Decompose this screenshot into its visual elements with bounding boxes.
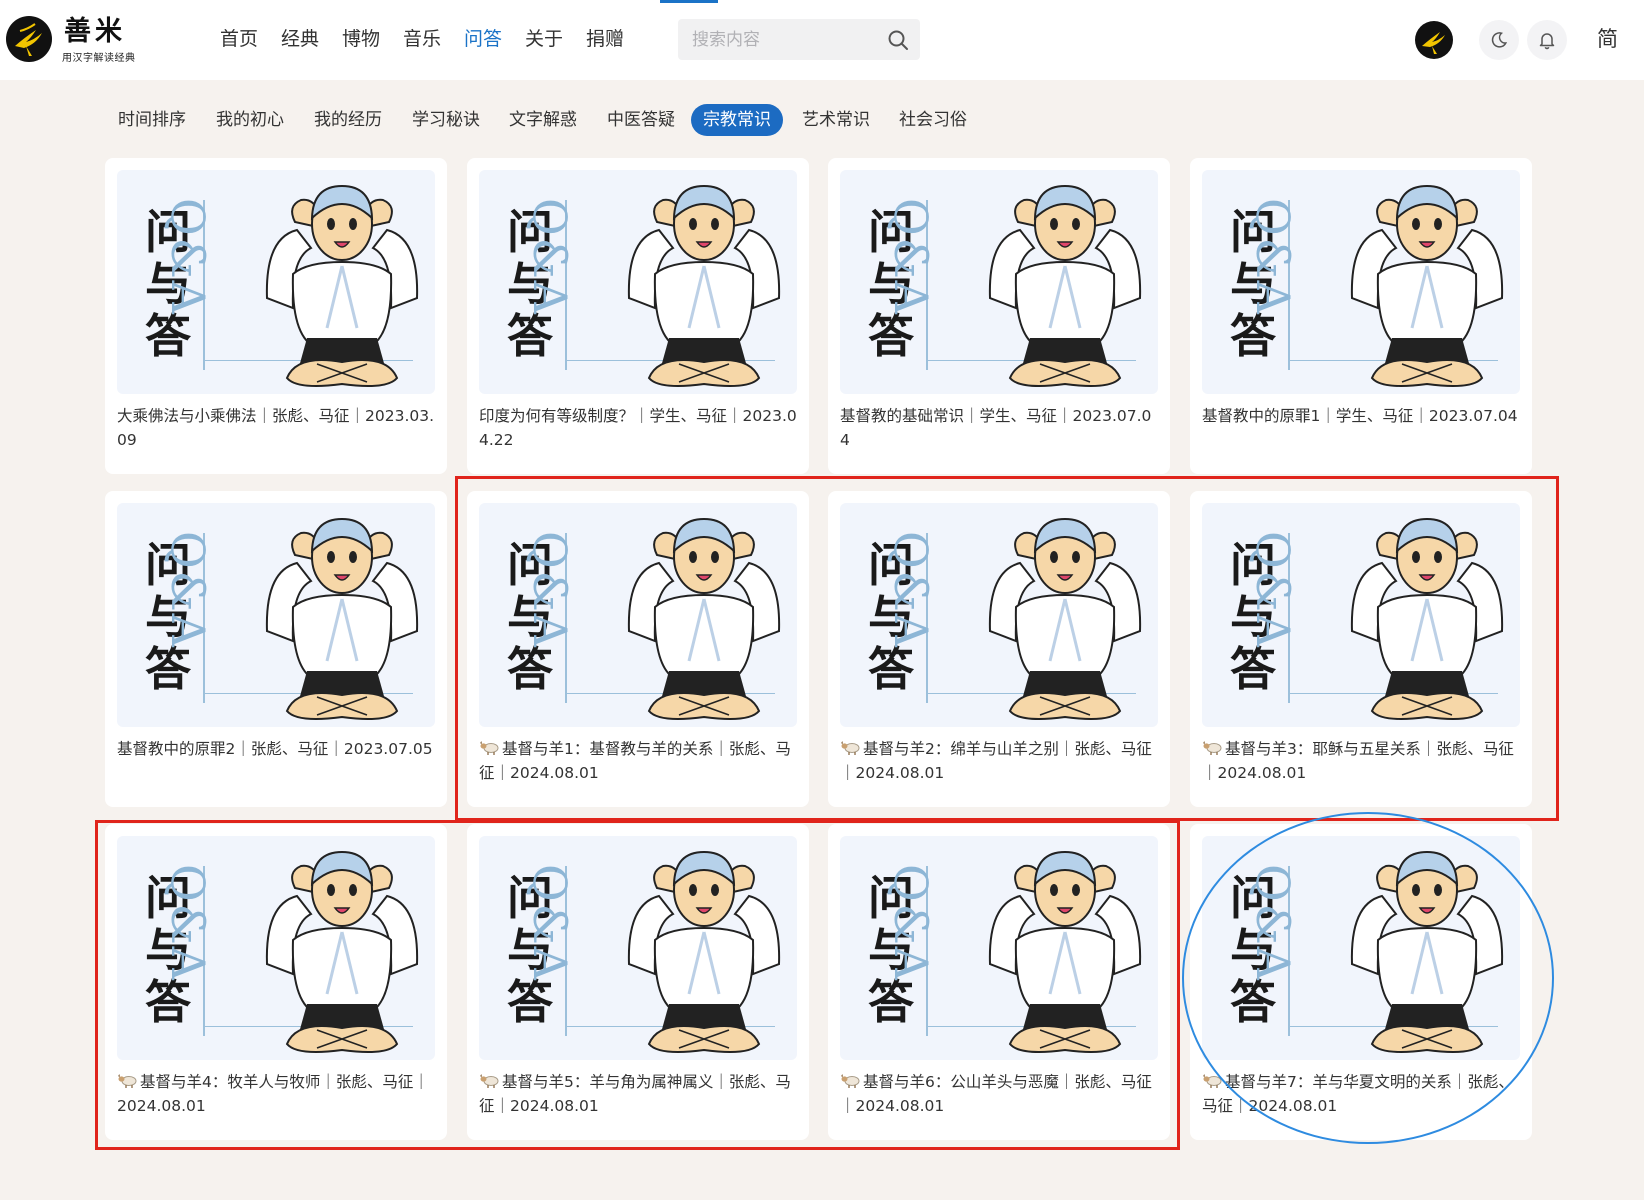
card-thumbnail: 问与答 Q&A (840, 503, 1158, 727)
site-logo[interactable]: 善米 用汉字解读经典 (6, 16, 146, 64)
nav-item-music[interactable]: 音乐 (403, 26, 441, 52)
brand-slogan: 用汉字解读经典 (62, 53, 136, 64)
monk-illustration (1350, 184, 1504, 387)
tab-religion[interactable]: 宗教常识 (691, 104, 783, 136)
search-icon[interactable] (886, 28, 910, 52)
card-title[interactable]: 基督与羊6：公山羊头与恶魔｜张彪、马征｜2024.08.01 (840, 1070, 1158, 1118)
bell-icon (1539, 33, 1555, 50)
qa-card[interactable]: 问与答 Q&A 基督与羊1：基督教与羊的关系｜张彪、马征｜2024.08.01 (467, 491, 809, 807)
monk-illustration (988, 184, 1142, 387)
tab-character-explained[interactable]: 文字解惑 (497, 104, 589, 136)
card-title[interactable]: 基督与羊2：绵羊与山羊之别｜张彪、马征｜2024.08.01 (840, 737, 1158, 785)
sheep-icon (1203, 1074, 1222, 1088)
tab-time-order[interactable]: 时间排序 (106, 104, 198, 136)
theme-toggle-button[interactable] (1479, 20, 1519, 60)
card-title[interactable]: 基督与羊3：耶稣与五星关系｜张彪、马征｜2024.08.01 (1202, 737, 1520, 785)
card-thumbnail: 问与答 Q&A (479, 170, 797, 394)
logo-bird-icon (6, 16, 52, 62)
qa-card[interactable]: 问与答 Q&A 基督与羊3：耶稣与五星关系｜张彪、马征｜2024.08.01 (1190, 491, 1532, 807)
tab-my-experience[interactable]: 我的经历 (302, 104, 394, 136)
monk-illustration (265, 517, 419, 720)
search-input[interactable] (692, 27, 872, 52)
card-thumbnail: 问与答 Q&A (1202, 836, 1520, 1060)
nav-item-qa[interactable]: 问答 (464, 26, 502, 52)
tab-study-tips[interactable]: 学习秘诀 (400, 104, 492, 136)
card-thumbnail: 问与答 Q&A (117, 170, 435, 394)
card-title[interactable]: 印度为何有等级制度？｜学生、马征｜2023.04.22 (479, 404, 797, 452)
monk-illustration (627, 850, 781, 1053)
monk-illustration (627, 184, 781, 387)
tab-my-intention[interactable]: 我的初心 (204, 104, 296, 136)
card-title[interactable]: 基督教中的原罪2｜张彪、马征｜2023.07.05 (117, 737, 435, 761)
monk-illustration (988, 850, 1142, 1053)
card-thumbnail: 问与答 Q&A (1202, 503, 1520, 727)
card-title[interactable]: 基督教中的原罪1｜学生、马征｜2023.07.04 (1202, 404, 1520, 428)
card-title[interactable]: 大乘佛法与小乘佛法｜张彪、马征｜2023.03.09 (117, 404, 435, 452)
qa-card[interactable]: 问与答 Q&A 基督教的基础常识｜学生、马征｜2023.07.04 (828, 158, 1170, 474)
tab-tcm-qa[interactable]: 中医答疑 (595, 104, 687, 136)
nav-item-classics[interactable]: 经典 (281, 26, 319, 52)
user-avatar[interactable] (1415, 21, 1453, 59)
card-thumbnail: 问与答 Q&A (117, 503, 435, 727)
monk-illustration (988, 517, 1142, 720)
card-title[interactable]: 基督与羊5：羊与角为属神属义｜张彪、马征｜2024.08.01 (479, 1070, 797, 1118)
card-title[interactable]: 基督与羊1：基督教与羊的关系｜张彪、马征｜2024.08.01 (479, 737, 797, 785)
sheep-icon (841, 741, 860, 755)
qa-card[interactable]: 问与答 Q&A 印度为何有等级制度？｜学生、马征｜2023.04.22 (467, 158, 809, 474)
nav-item-about[interactable]: 关于 (525, 26, 563, 52)
card-title[interactable]: 基督与羊7：羊与华夏文明的关系｜张彪、马征｜2024.08.01 (1202, 1070, 1520, 1118)
language-switch[interactable]: 简 (1597, 24, 1618, 54)
card-thumbnail: 问与答 Q&A (479, 503, 797, 727)
card-thumbnail: 问与答 Q&A (840, 170, 1158, 394)
monk-illustration (627, 517, 781, 720)
category-tabs: 时间排序 我的初心 我的经历 学习秘诀 文字解惑 中医答疑 宗教常识 艺术常识 … (0, 100, 1644, 140)
qa-card[interactable]: 问与答 Q&A 基督教中的原罪1｜学生、马征｜2023.07.04 (1190, 158, 1532, 474)
qa-card[interactable]: 问与答 Q&A 基督教中的原罪2｜张彪、马征｜2023.07.05 (105, 491, 447, 807)
search-box (678, 19, 920, 60)
monk-illustration (1350, 850, 1504, 1053)
card-thumbnail: 问与答 Q&A (1202, 170, 1520, 394)
qa-card[interactable]: 问与答 Q&A 大乘佛法与小乘佛法｜张彪、马征｜2023.03.09 (105, 158, 447, 474)
tab-customs[interactable]: 社会习俗 (887, 104, 979, 136)
sheep-icon (118, 1074, 137, 1088)
card-thumbnail: 问与答 Q&A (117, 836, 435, 1060)
nav-item-home[interactable]: 首页 (220, 26, 258, 52)
card-title[interactable]: 基督与羊4：牧羊人与牧师｜张彪、马征｜2024.08.01 (117, 1070, 435, 1118)
sheep-icon (1203, 741, 1222, 755)
qa-card[interactable]: 问与答 Q&A 基督与羊6：公山羊头与恶魔｜张彪、马征｜2024.08.01 (828, 824, 1170, 1140)
qa-card[interactable]: 问与答 Q&A 基督与羊7：羊与华夏文明的关系｜张彪、马征｜2024.08.01 (1190, 824, 1532, 1140)
sheep-icon (480, 741, 499, 755)
nav-active-indicator (660, 0, 718, 3)
sheep-icon (480, 1074, 499, 1088)
card-thumbnail: 问与答 Q&A (840, 836, 1158, 1060)
card-thumbnail: 问与答 Q&A (479, 836, 797, 1060)
qa-card[interactable]: 问与答 Q&A 基督与羊4：牧羊人与牧师｜张彪、马征｜2024.08.01 (105, 824, 447, 1140)
qa-card[interactable]: 问与答 Q&A 基督与羊2：绵羊与山羊之别｜张彪、马征｜2024.08.01 (828, 491, 1170, 807)
sheep-icon (841, 1074, 860, 1088)
qa-card[interactable]: 问与答 Q&A 基督与羊5：羊与角为属神属义｜张彪、马征｜2024.08.01 (467, 824, 809, 1140)
card-title[interactable]: 基督教的基础常识｜学生、马征｜2023.07.04 (840, 404, 1158, 452)
brand-name: 善米 (64, 16, 126, 47)
tab-art[interactable]: 艺术常识 (790, 104, 882, 136)
nav-item-donate[interactable]: 捐赠 (586, 26, 624, 52)
notification-button[interactable] (1527, 20, 1567, 60)
moon-icon (1491, 32, 1508, 48)
nav-item-museum[interactable]: 博物 (342, 26, 380, 52)
monk-illustration (1350, 517, 1504, 720)
monk-illustration (265, 184, 419, 387)
top-header: 善米 用汉字解读经典 首页 经典 博物 音乐 问答 关于 捐赠 搜索内容 简 (0, 0, 1644, 80)
monk-illustration (265, 850, 419, 1053)
